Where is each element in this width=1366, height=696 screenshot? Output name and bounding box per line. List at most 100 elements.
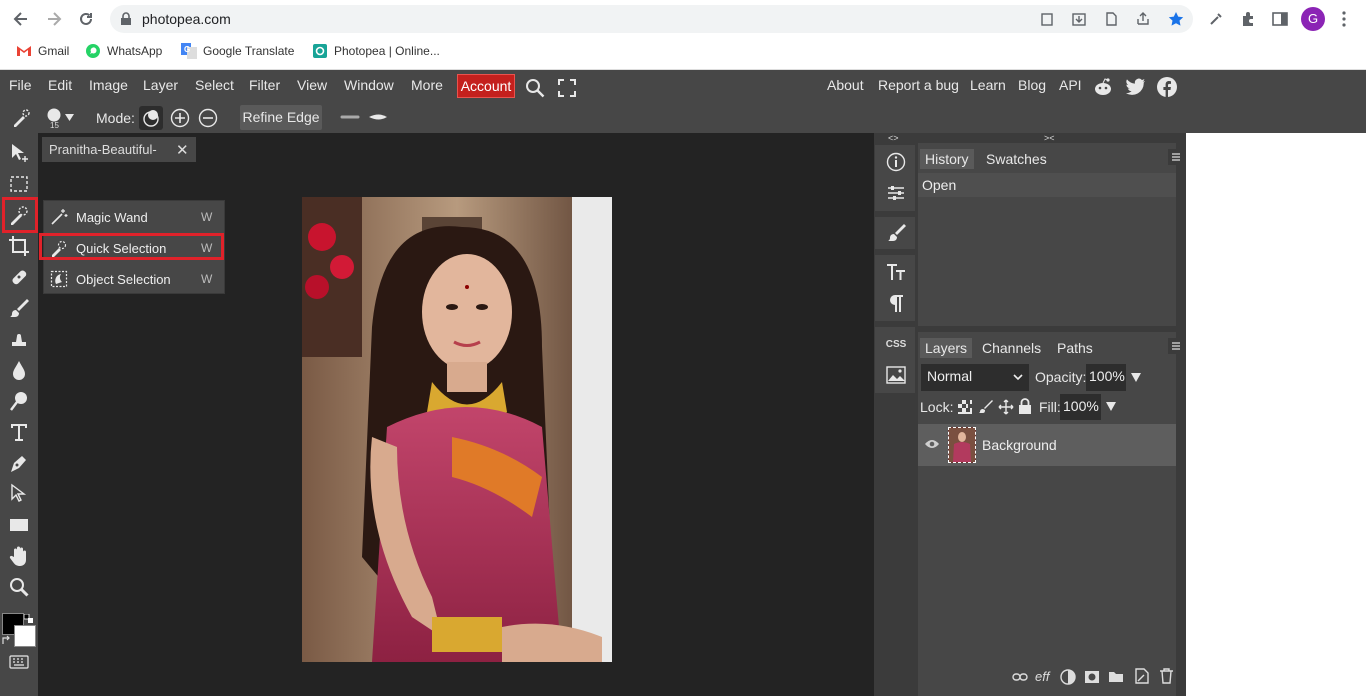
new-group-folder-icon[interactable] bbox=[1108, 670, 1124, 683]
kebab-menu-icon[interactable] bbox=[1335, 10, 1353, 28]
menu-file[interactable]: File bbox=[9, 77, 32, 93]
path-select-tool[interactable] bbox=[6, 481, 32, 507]
add-to-selection-icon[interactable] bbox=[170, 108, 190, 128]
bookmark-gmail[interactable]: Gmail bbox=[16, 42, 69, 60]
close-document-icon[interactable]: ✕ bbox=[176, 141, 189, 159]
menu-view[interactable]: View bbox=[297, 77, 327, 93]
pen-tool[interactable] bbox=[6, 450, 32, 476]
brush-panel-button[interactable] bbox=[878, 218, 914, 248]
tab-channels[interactable]: Channels bbox=[977, 338, 1046, 358]
brush-hardness-soft-icon[interactable] bbox=[340, 113, 360, 121]
blur-tool[interactable] bbox=[6, 357, 32, 383]
menu-image[interactable]: Image bbox=[89, 77, 128, 93]
collapse-panels-icon[interactable]: >< bbox=[1044, 133, 1055, 143]
profile-avatar[interactable]: G bbox=[1301, 7, 1325, 31]
twitter-icon[interactable] bbox=[1126, 78, 1146, 96]
marquee-tool[interactable] bbox=[6, 171, 32, 197]
clone-stamp-tool[interactable] bbox=[6, 326, 32, 352]
paragraph-panel-button[interactable] bbox=[878, 288, 914, 318]
lock-all-icon[interactable] bbox=[1018, 398, 1032, 414]
tab-layers[interactable]: Layers bbox=[920, 338, 973, 358]
address-bar[interactable]: photopea.com bbox=[110, 5, 1193, 33]
zoom-tool[interactable] bbox=[6, 574, 32, 600]
reload-button[interactable] bbox=[75, 8, 97, 30]
image-panel-button[interactable] bbox=[878, 360, 914, 390]
fullscreen-icon[interactable] bbox=[558, 79, 576, 97]
copy-icon[interactable] bbox=[1040, 12, 1054, 26]
healing-tool[interactable] bbox=[6, 264, 32, 290]
brush-size-picker[interactable]: 15 bbox=[45, 106, 79, 130]
swap-colors-icon[interactable] bbox=[2, 635, 12, 645]
lock-transparency-icon[interactable] bbox=[958, 400, 972, 414]
eye-icon[interactable] bbox=[924, 438, 940, 450]
blend-mode-select[interactable]: Normal bbox=[921, 364, 1029, 391]
facebook-icon[interactable] bbox=[1157, 77, 1177, 97]
menu-filter[interactable]: Filter bbox=[249, 77, 280, 93]
dodge-tool[interactable] bbox=[6, 388, 32, 414]
bookmark-google-translate[interactable]: G Google Translate bbox=[181, 42, 294, 60]
link-blog[interactable]: Blog bbox=[1018, 77, 1046, 93]
reddit-icon[interactable] bbox=[1093, 77, 1113, 97]
refine-edge-button[interactable]: Refine Edge bbox=[240, 105, 322, 130]
adjustments-panel-button[interactable] bbox=[878, 178, 914, 208]
subtract-from-selection-icon[interactable] bbox=[198, 108, 218, 128]
share-icon[interactable] bbox=[1136, 12, 1150, 26]
side-panel-icon[interactable] bbox=[1271, 10, 1289, 28]
layer-effects-icon[interactable]: eff bbox=[1035, 669, 1049, 684]
opacity-dropdown-icon[interactable] bbox=[1131, 373, 1141, 382]
back-button[interactable] bbox=[10, 8, 32, 30]
fill-input[interactable]: 100% bbox=[1060, 394, 1101, 420]
forward-button[interactable] bbox=[43, 8, 65, 30]
layer-row[interactable]: Background bbox=[918, 424, 1176, 466]
flyout-magic-wand[interactable]: Magic Wand W bbox=[44, 202, 224, 232]
menu-more[interactable]: More bbox=[411, 77, 443, 93]
keyboard-icon[interactable] bbox=[9, 655, 29, 669]
new-layer-icon[interactable] bbox=[1134, 668, 1149, 684]
delete-layer-icon[interactable] bbox=[1159, 668, 1174, 684]
search-icon[interactable] bbox=[525, 78, 545, 98]
info-panel-button[interactable] bbox=[878, 147, 914, 177]
page-icon[interactable] bbox=[1104, 12, 1118, 26]
fill-dropdown-icon[interactable] bbox=[1106, 402, 1116, 411]
rectangle-tool[interactable] bbox=[6, 512, 32, 538]
link-report-bug[interactable]: Report a bug bbox=[878, 77, 959, 93]
hand-tool[interactable] bbox=[6, 543, 32, 569]
panel-menu-icon[interactable] bbox=[1168, 338, 1184, 354]
account-button[interactable]: Account bbox=[457, 74, 515, 98]
quick-selection-tool-icon[interactable] bbox=[10, 107, 32, 129]
link-about[interactable]: About bbox=[827, 77, 864, 93]
tab-swatches[interactable]: Swatches bbox=[981, 149, 1052, 169]
lock-pixels-icon[interactable] bbox=[978, 399, 993, 414]
canvas-photo[interactable] bbox=[302, 197, 612, 662]
type-tool[interactable] bbox=[6, 419, 32, 445]
adjustment-layer-icon[interactable] bbox=[1060, 669, 1076, 685]
background-color-swatch[interactable] bbox=[14, 625, 36, 647]
eyedropper-extension-icon[interactable] bbox=[1207, 10, 1225, 28]
lock-position-icon[interactable] bbox=[998, 399, 1014, 415]
mode-new-selection-button[interactable] bbox=[139, 106, 163, 130]
reset-colors-icon[interactable] bbox=[24, 614, 34, 624]
character-panel-button[interactable] bbox=[878, 257, 914, 287]
link-learn[interactable]: Learn bbox=[970, 77, 1006, 93]
menu-edit[interactable]: Edit bbox=[48, 77, 72, 93]
collapse-icon-strip-icon[interactable]: <> bbox=[888, 133, 899, 143]
history-entry[interactable]: Open bbox=[918, 173, 1176, 197]
brush-hardness-hard-icon[interactable] bbox=[367, 112, 389, 122]
tab-history[interactable]: History bbox=[920, 149, 974, 169]
link-layers-icon[interactable] bbox=[1012, 672, 1028, 682]
bookmark-photopea[interactable]: Photopea | Online... bbox=[312, 42, 440, 60]
brush-tool[interactable] bbox=[6, 295, 32, 321]
layer-mask-icon[interactable] bbox=[1084, 670, 1100, 684]
link-api[interactable]: API bbox=[1059, 77, 1082, 93]
install-icon[interactable] bbox=[1072, 12, 1086, 26]
menu-window[interactable]: Window bbox=[344, 77, 394, 93]
css-panel-button[interactable]: CSS bbox=[878, 329, 914, 359]
opacity-input[interactable]: 100% bbox=[1086, 364, 1126, 391]
extensions-puzzle-icon[interactable] bbox=[1239, 10, 1257, 28]
tab-paths[interactable]: Paths bbox=[1052, 338, 1098, 358]
document-tab[interactable]: Pranitha-Beautiful- ✕ bbox=[42, 137, 196, 162]
move-tool[interactable] bbox=[6, 140, 32, 166]
crop-tool[interactable] bbox=[6, 233, 32, 259]
bookmark-star-icon[interactable] bbox=[1168, 11, 1184, 27]
bookmark-whatsapp[interactable]: WhatsApp bbox=[85, 42, 162, 60]
